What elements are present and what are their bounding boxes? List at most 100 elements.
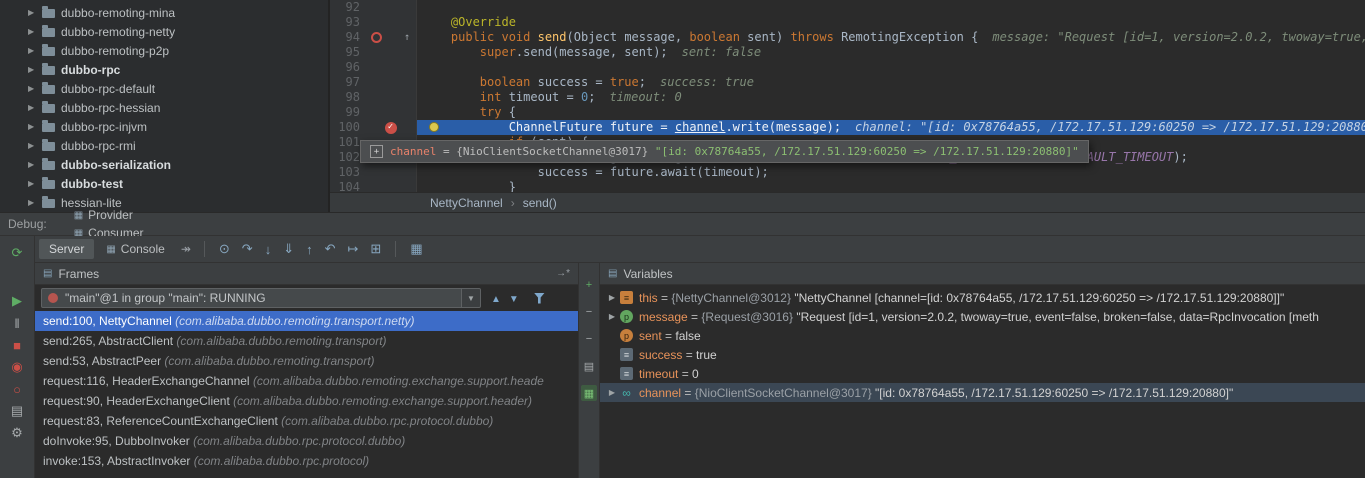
line-number[interactable]: 99 — [330, 105, 365, 120]
variable-row[interactable]: ▶∞channel = {NioClientSocketChannel@3017… — [600, 383, 1365, 402]
breakpoint-icon[interactable]: ✓ — [385, 122, 397, 134]
pause-button[interactable]: ‖ — [6, 312, 28, 334]
tree-item[interactable]: ▶dubbo-rpc-rmi — [0, 136, 328, 155]
thread-dump-button[interactable]: ▤ — [6, 400, 28, 422]
variable-row[interactable]: ≡timeout = 0 — [600, 364, 1365, 383]
tree-item[interactable]: ▶dubbo-rpc — [0, 60, 328, 79]
expand-arrow-icon[interactable]: ▶ — [28, 160, 40, 169]
breadcrumb-method[interactable]: send() — [523, 196, 557, 210]
expand-toggle-icon[interactable]: + — [370, 145, 383, 158]
code-line[interactable]: 99 try { — [330, 105, 1365, 120]
stack-frame[interactable]: request:83, ReferenceCountExchangeClient… — [35, 411, 578, 431]
expand-arrow-icon[interactable]: ▶ — [28, 122, 40, 131]
pin-icon[interactable]: →* — [556, 268, 570, 279]
step-over-button[interactable]: ↷ — [237, 241, 258, 257]
stack-frame[interactable]: invoke:153, AbstractInvoker (com.alibaba… — [35, 451, 578, 471]
tree-item[interactable]: ▶dubbo-rpc-injvm — [0, 117, 328, 136]
settings-button[interactable]: ⚙ — [6, 422, 28, 444]
tab-console[interactable]: ▦Console — [96, 239, 174, 259]
thread-selector[interactable]: "main"@1 in group "main": RUNNING ▼ — [41, 288, 481, 308]
tree-item[interactable]: ▶hessian-lite — [0, 193, 328, 212]
override-marker-icon[interactable]: ↑ — [404, 33, 410, 43]
code-line[interactable]: 104 } — [330, 180, 1365, 192]
line-number[interactable]: 92 — [330, 0, 365, 15]
stack-frame[interactable]: doInvoke:95, DubboInvoker (com.alibaba.d… — [35, 431, 578, 451]
expand-arrow-icon[interactable]: ▶ — [28, 8, 40, 17]
tree-item[interactable]: ▶dubbo-remoting-p2p — [0, 41, 328, 60]
step-into-button[interactable]: ↓ — [260, 242, 277, 257]
stop-button[interactable]: ■ — [6, 334, 28, 356]
expand-arrow-icon[interactable]: ▶ — [606, 293, 618, 302]
code-line[interactable]: 96 — [330, 60, 1365, 75]
project-tree[interactable]: ▶dubbo-remoting-mina▶dubbo-remoting-nett… — [0, 0, 330, 212]
expand-arrow-icon[interactable]: ▶ — [28, 198, 40, 207]
code-line[interactable]: 97 boolean success = true;success: true — [330, 75, 1365, 90]
line-number[interactable]: 97 — [330, 75, 365, 90]
code-line[interactable]: 98 int timeout = 0;timeout: 0 — [330, 90, 1365, 105]
line-number[interactable]: 95 — [330, 45, 365, 60]
debug-tab-provider[interactable]: ▦Provider — [65, 206, 153, 224]
layout-settings-button[interactable]: ▦ — [405, 241, 427, 257]
show-execution-point-button[interactable]: ⊙ — [214, 241, 235, 257]
scroll-to-end-icon[interactable]: ↠ — [177, 242, 195, 256]
code-line[interactable]: 103 success = future.await(timeout); — [330, 165, 1365, 180]
code-line[interactable]: 95 super.send(message, sent);sent: false — [330, 45, 1365, 60]
tree-item[interactable]: ▶dubbo-test — [0, 174, 328, 193]
code-area[interactable]: 9293 @Override94↑ public void send(Objec… — [330, 0, 1365, 192]
breadcrumb-class[interactable]: NettyChannel — [430, 196, 503, 210]
expand-arrow-icon[interactable]: ▶ — [28, 84, 40, 93]
line-number[interactable]: 103 — [330, 165, 365, 180]
prev-frame-button[interactable]: ▲ — [487, 294, 505, 305]
resume-button[interactable]: ▶ — [6, 290, 28, 312]
line-number[interactable]: 100 — [330, 120, 365, 135]
show-watches-toggle[interactable]: ▦ — [581, 385, 597, 401]
variable-row[interactable]: ▶pmessage = {Request@3016} "Request [id=… — [600, 307, 1365, 326]
drop-frame-button[interactable]: ↶ — [320, 241, 341, 257]
line-number[interactable]: 93 — [330, 15, 365, 30]
tree-item[interactable]: ▶dubbo-serialization — [0, 155, 328, 174]
chevron-down-icon[interactable]: ▼ — [461, 289, 480, 307]
variable-row[interactable]: ≡success = true — [600, 345, 1365, 364]
stack-frame[interactable]: send:265, AbstractClient (com.alibaba.du… — [35, 331, 578, 351]
intention-bulb-icon[interactable] — [429, 122, 439, 132]
expand-arrow-icon[interactable]: ▶ — [28, 141, 40, 150]
add-watch-button[interactable]: + — [581, 277, 597, 293]
collapse-all-button[interactable]: − — [581, 331, 597, 347]
filter-frames-icon[interactable] — [534, 293, 545, 304]
remove-watch-button[interactable]: − — [581, 304, 597, 320]
code-line[interactable]: 93 @Override — [330, 15, 1365, 30]
mute-breakpoints-button[interactable]: ○ — [6, 378, 28, 400]
expand-arrow-icon[interactable]: ▶ — [28, 103, 40, 112]
copy-value-button[interactable]: ▤ — [581, 358, 597, 374]
code-line[interactable]: 100✓ ChannelFuture future = channel.writ… — [330, 120, 1365, 135]
tree-item[interactable]: ▶dubbo-rpc-default — [0, 79, 328, 98]
tree-item[interactable]: ▶dubbo-remoting-netty — [0, 22, 328, 41]
tree-item[interactable]: ▶dubbo-remoting-mina — [0, 3, 328, 22]
code-line[interactable]: 92 — [330, 0, 1365, 15]
line-number[interactable]: 96 — [330, 60, 365, 75]
run-to-cursor-button[interactable]: ↦ — [343, 241, 364, 257]
force-step-into-button[interactable]: ⇓ — [278, 241, 299, 257]
stack-frame[interactable]: request:90, HeaderExchangeClient (com.al… — [35, 391, 578, 411]
line-number[interactable]: 98 — [330, 90, 365, 105]
stack-frame[interactable]: send:53, AbstractPeer (com.alibaba.dubbo… — [35, 351, 578, 371]
expand-arrow-icon[interactable]: ▶ — [606, 388, 618, 397]
tab-server[interactable]: Server — [39, 239, 94, 259]
line-number[interactable]: 104 — [330, 180, 365, 192]
expand-arrow-icon[interactable]: ▶ — [28, 46, 40, 55]
stack-frame[interactable]: send:100, NettyChannel (com.alibaba.dubb… — [35, 311, 578, 331]
expand-arrow-icon[interactable]: ▶ — [28, 27, 40, 36]
stack-frame[interactable]: request:116, HeaderExchangeChannel (com.… — [35, 371, 578, 391]
expand-arrow-icon[interactable]: ▶ — [28, 65, 40, 74]
expand-arrow-icon[interactable]: ▶ — [606, 312, 618, 321]
next-frame-button[interactable]: ▼ — [505, 294, 523, 305]
variable-row[interactable]: ▶≡this = {NettyChannel@3012} "NettyChann… — [600, 288, 1365, 307]
rerun-button[interactable]: ⟳ — [6, 242, 28, 264]
view-breakpoints-button[interactable]: ◉ — [6, 356, 28, 378]
expand-arrow-icon[interactable]: ▶ — [28, 179, 40, 188]
code-line[interactable]: 94↑ public void send(Object message, boo… — [330, 30, 1365, 45]
evaluate-expression-button[interactable]: ⊞ — [365, 241, 386, 257]
variable-row[interactable]: psent = false — [600, 326, 1365, 345]
tree-item[interactable]: ▶dubbo-rpc-hessian — [0, 98, 328, 117]
step-out-button[interactable]: ↑ — [301, 242, 318, 257]
